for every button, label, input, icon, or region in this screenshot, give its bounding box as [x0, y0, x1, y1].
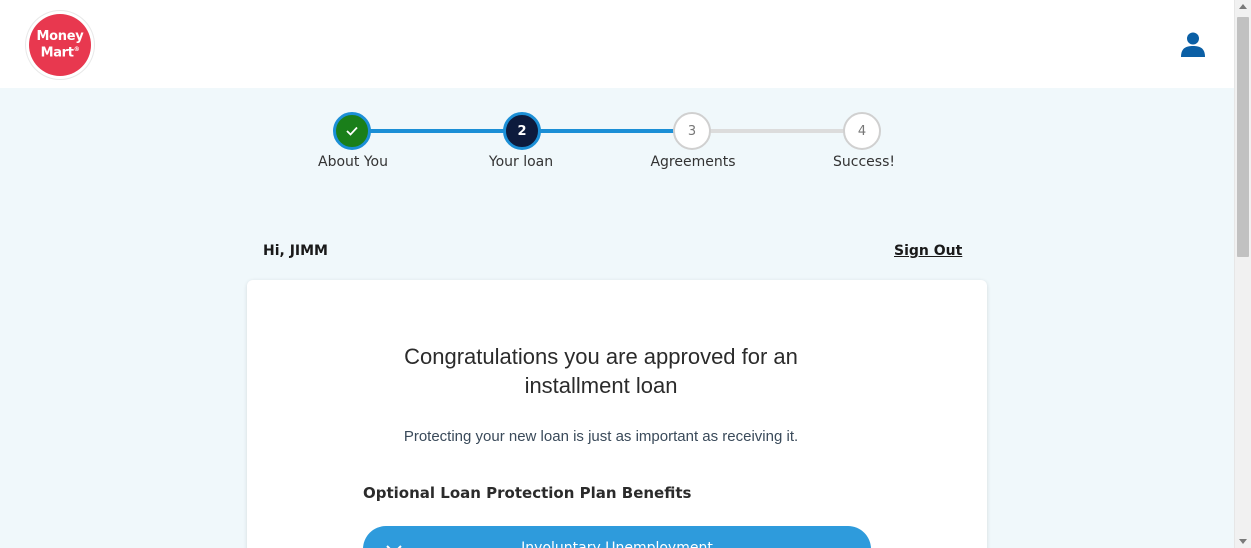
step-1-circle — [333, 112, 371, 150]
step-3-label: Agreements — [650, 154, 736, 170]
involuntary-unemployment-accordion[interactable]: Involuntary Unemployment — [363, 526, 871, 548]
step-1-label: About You — [318, 154, 388, 170]
step-4-label: Success! — [833, 154, 895, 170]
progress-line-current — [522, 129, 692, 133]
check-icon — [346, 126, 358, 136]
approval-card: Congratulations you are approved for an … — [247, 280, 987, 548]
accordion-label: Involuntary Unemployment — [521, 540, 713, 548]
scroll-down-arrow-icon[interactable] — [1239, 539, 1247, 544]
progress-stepper: About You 2 Your loan 3 Agreements 4 Suc… — [0, 0, 1234, 200]
step-3-number: 3 — [687, 123, 697, 139]
approval-title-line1: Congratulations you are approved for an — [404, 344, 798, 369]
step-3-circle: 3 — [673, 112, 711, 150]
approval-title: Congratulations you are approved for an … — [247, 342, 955, 400]
step-2-circle: 2 — [503, 112, 541, 150]
progress-line-complete — [352, 129, 522, 133]
scroll-thumb[interactable] — [1237, 17, 1249, 257]
user-greeting: Hi, JIMM — [263, 243, 328, 259]
step-2-number: 2 — [517, 123, 527, 139]
sign-out-link[interactable]: Sign Out — [894, 243, 962, 259]
protection-plan-heading: Optional Loan Protection Plan Benefits — [363, 484, 692, 502]
approval-title-line2: installment loan — [524, 373, 678, 398]
step-4-circle: 4 — [843, 112, 881, 150]
step-2-label: Your loan — [488, 154, 554, 170]
scroll-up-arrow-icon[interactable] — [1239, 4, 1247, 9]
approval-subtitle: Protecting your new loan is just as impo… — [403, 428, 799, 445]
progress-line-upcoming — [692, 129, 862, 133]
step-4-number: 4 — [857, 123, 867, 139]
page-scrollbar[interactable] — [1234, 0, 1251, 548]
